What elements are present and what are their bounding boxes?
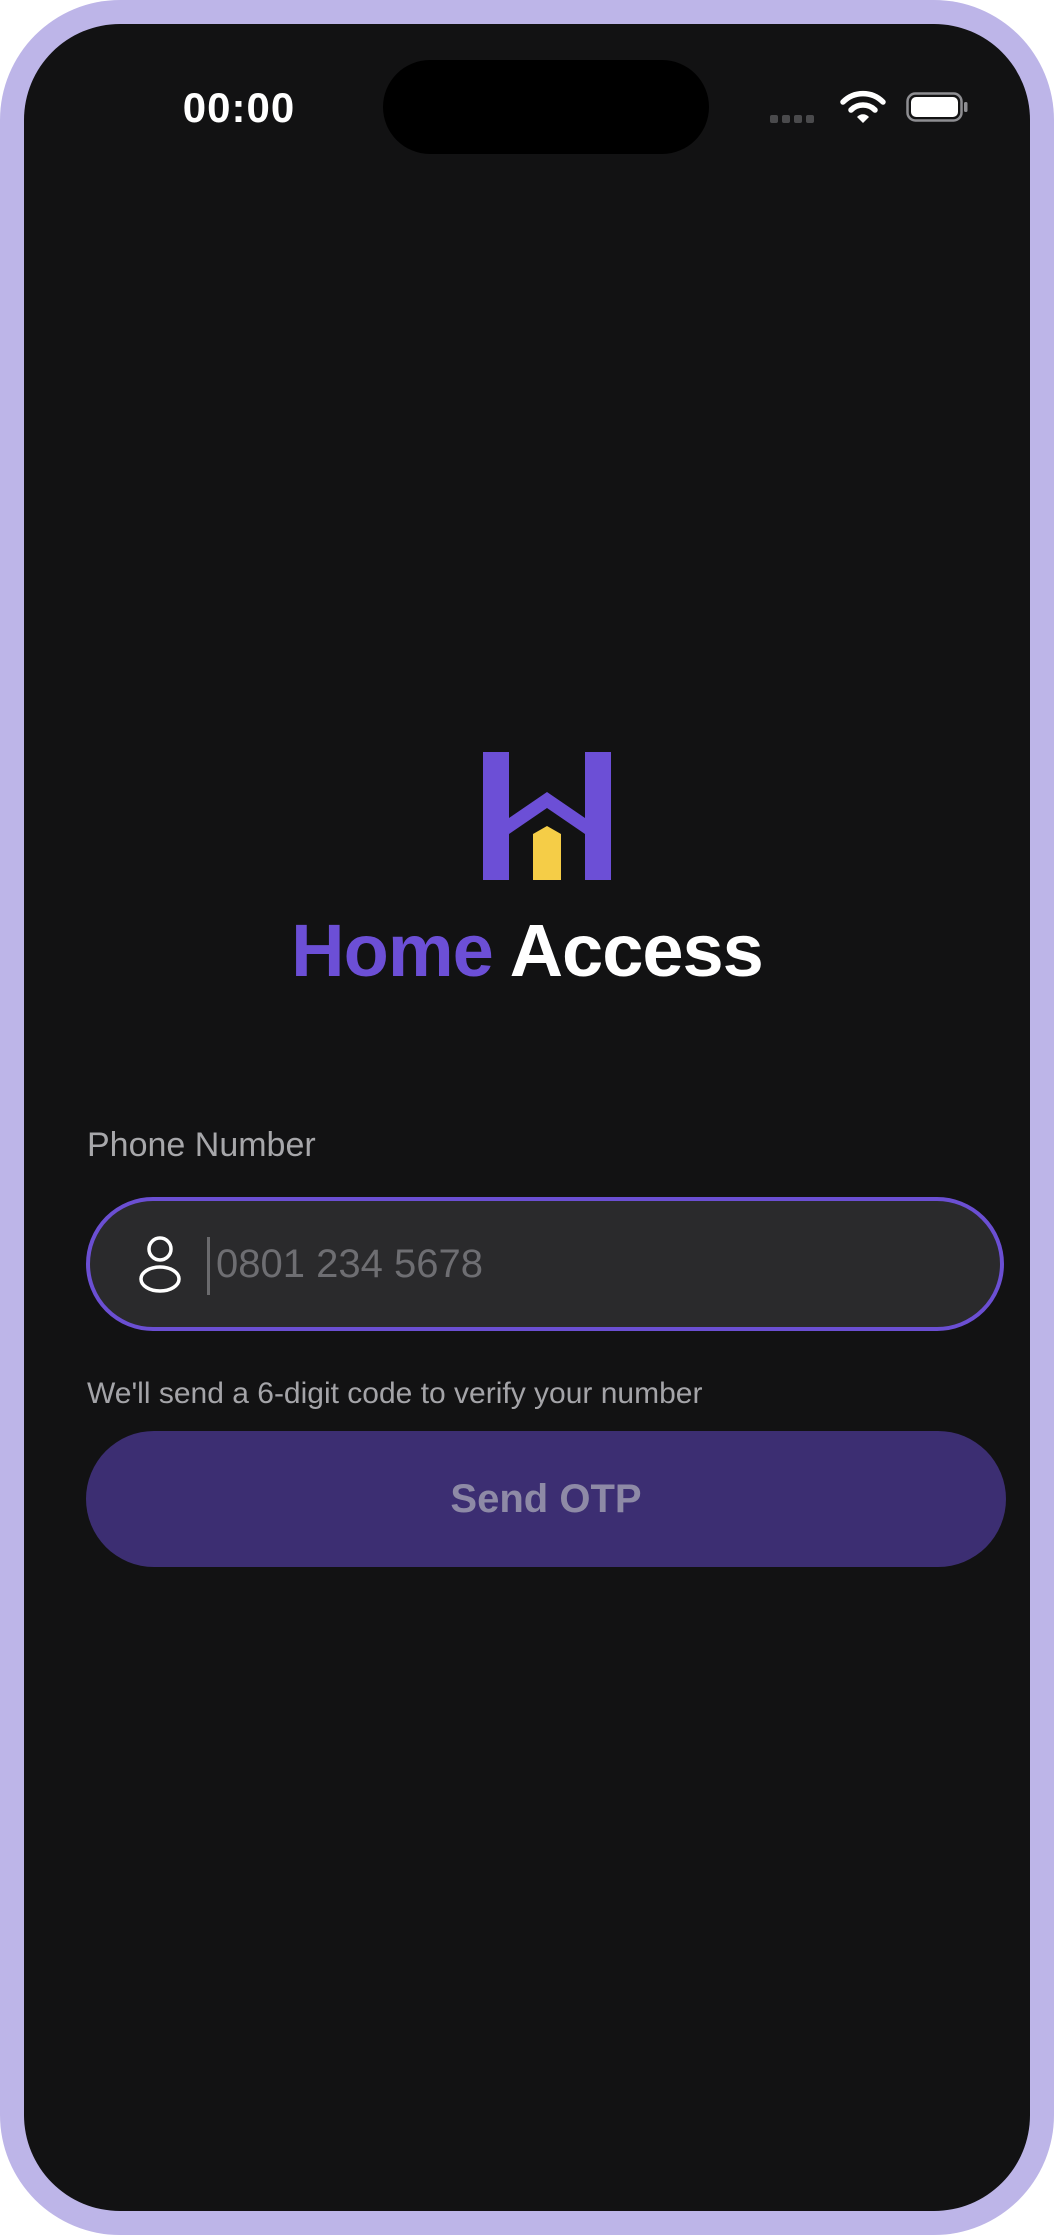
battery-icon <box>906 92 968 122</box>
status-time: 00:00 <box>182 84 296 131</box>
dynamic-island <box>383 60 709 154</box>
brand-name-access: Access <box>509 909 764 992</box>
wifi-icon <box>840 90 886 123</box>
input-divider <box>207 1237 210 1295</box>
home-access-logo <box>483 752 611 880</box>
phone-field[interactable] <box>86 1197 1004 1331</box>
brand-name: Home Access <box>24 914 1030 988</box>
phone-number-label: Phone Number <box>87 1126 316 1164</box>
send-otp-button[interactable]: Send OTP <box>86 1431 1006 1567</box>
otp-helper-text: We'll send a 6-digit code to verify your… <box>87 1377 703 1410</box>
phone-frame: 00:00 Home Access Phone Number 0801 234 … <box>0 0 1054 2235</box>
signal-icon <box>770 115 814 123</box>
app-screen: 00:00 Home Access Phone Number 0801 234 … <box>24 24 1030 2211</box>
person-icon <box>139 1236 181 1293</box>
phone-number-input[interactable] <box>216 1221 956 1307</box>
brand-name-home: Home <box>291 909 494 992</box>
